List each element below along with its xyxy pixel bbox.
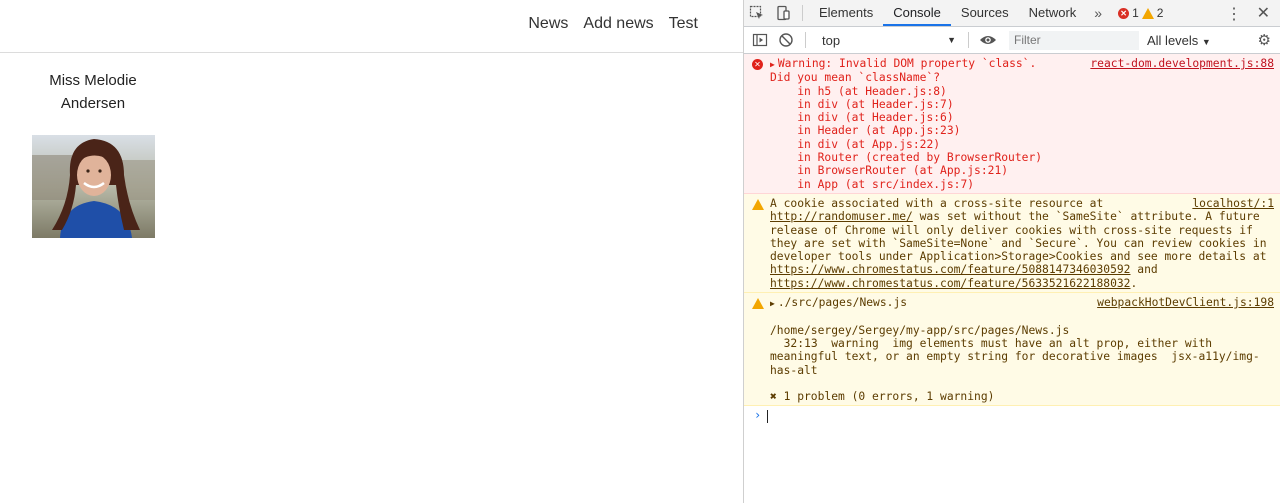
error-line-3: in h5 (at Header.js:8): [770, 84, 947, 98]
app-header: News Add news Test: [0, 0, 743, 53]
issue-counts[interactable]: ✕ 1 2: [1118, 6, 1163, 20]
error-line-5: in div (at Header.js:6): [770, 111, 954, 125]
nav-link-news[interactable]: News: [528, 15, 568, 33]
error-line-2: Did you mean `className`?: [770, 71, 941, 85]
inspect-element-icon[interactable]: [744, 0, 770, 26]
user-photo: [32, 135, 155, 238]
gear-icon[interactable]: ⚙: [1258, 31, 1271, 49]
kebab-menu-icon[interactable]: ⋮: [1226, 4, 1242, 24]
warning-icon: [752, 298, 764, 310]
dropdown-triangle-icon: ▼: [947, 35, 956, 45]
console-message-webpack-warning: webpackHotDevClient.js:198 ▶ ./src/pages/…: [744, 293, 1280, 407]
error-line-7: in div (at App.js:22): [770, 137, 941, 151]
prompt-chevron-icon: ›: [754, 408, 762, 423]
user-photo-image: [32, 135, 155, 238]
tab-elements[interactable]: Elements: [809, 0, 883, 26]
main-nav: News Add news Test: [528, 15, 698, 33]
error-line-4: in div (at Header.js:7): [770, 97, 954, 111]
console-prompt[interactable]: ›: [744, 406, 1280, 424]
log-levels-select[interactable]: All levels ▼: [1147, 33, 1211, 48]
dropdown-triangle-icon: ▼: [1201, 36, 1211, 47]
error-source-link[interactable]: react-dom.development.js:88: [1090, 57, 1274, 70]
nav-link-add-news[interactable]: Add news: [583, 15, 653, 33]
tab-separator: [802, 5, 803, 21]
tab-network[interactable]: Network: [1019, 0, 1087, 26]
close-icon[interactable]: ✕: [1257, 3, 1270, 23]
user-card: Miss Melodie Andersen: [18, 69, 168, 238]
clear-console-icon[interactable]: [773, 27, 799, 53]
user-name-line-1: Miss Melodie: [49, 72, 137, 89]
app-viewport: News Add news Test Miss Melodie Andersen: [0, 0, 743, 503]
cookie-source-link[interactable]: localhost/:1: [1192, 197, 1274, 210]
sidebar-toggle-icon[interactable]: [747, 27, 773, 53]
webpack-source-link[interactable]: webpackHotDevClient.js:198: [1097, 296, 1274, 309]
toolbar-separator: [968, 32, 969, 48]
cookie-link-chromestatus-1[interactable]: https://www.chromestatus.com/feature/508…: [770, 263, 1130, 276]
tab-sources[interactable]: Sources: [951, 0, 1019, 26]
error-line-10: in App (at src/index.js:7): [770, 177, 975, 191]
warning-count: 2: [1156, 6, 1164, 20]
warning-count-icon: [1141, 7, 1154, 19]
nav-link-test[interactable]: Test: [669, 15, 698, 33]
more-tabs-icon[interactable]: »: [1086, 5, 1110, 21]
devtools-tabbar: Elements Console Sources Network » ✕ 1 2…: [744, 0, 1280, 27]
error-line-9: in BrowserRouter (at App.js:21): [770, 164, 1009, 178]
error-line-8: in Router (created by BrowserRouter): [770, 151, 1043, 165]
warning-icon: [752, 198, 764, 210]
filter-input[interactable]: [1009, 30, 1139, 50]
user-name-line-2: Andersen: [60, 95, 126, 112]
text-caret: [767, 409, 769, 423]
console-output: ✕ react-dom.development.js:88 ▶ Warning: …: [744, 54, 1280, 425]
webpack-title-text: ./src/pages/News.js: [777, 296, 908, 310]
cookie-text-d: .: [1130, 276, 1138, 290]
webpack-path: /home/sergey/Sergey/my-app/src/pages/New…: [770, 323, 1070, 337]
devtools-panel: Elements Console Sources Network » ✕ 1 2…: [743, 0, 1280, 503]
cookie-link-randomuser[interactable]: http://randomuser.me/: [770, 210, 913, 223]
error-count: 1: [1132, 6, 1139, 20]
context-select[interactable]: top ▼: [816, 30, 962, 50]
log-levels-value: All levels: [1147, 32, 1199, 48]
error-line-6: in Header (at App.js:23): [770, 124, 961, 138]
cookie-text-a: A cookie associated with a cross-site re…: [770, 196, 1111, 210]
webpack-summary: ✖ 1 problem (0 errors, 1 warning): [770, 390, 995, 404]
cookie-link-chromestatus-2[interactable]: https://www.chromestatus.com/feature/563…: [770, 277, 1130, 290]
console-message-cookie-warning: localhost/:1 A cookie associated with a …: [744, 193, 1280, 294]
webpack-blank-2: [770, 377, 1274, 390]
webpack-blank-1: [770, 310, 1274, 323]
tab-console[interactable]: Console: [883, 0, 951, 26]
context-select-value: top: [822, 32, 841, 48]
error-icon: ✕: [752, 59, 763, 70]
device-toolbar-icon[interactable]: [770, 0, 796, 26]
cookie-warning-text: A cookie associated with a cross-site re…: [770, 197, 1274, 290]
expand-triangle-icon[interactable]: ▶: [770, 299, 775, 308]
console-toolbar: top ▼ All levels ▼ ⚙: [744, 27, 1280, 54]
error-count-icon: ✕: [1118, 7, 1130, 19]
webpack-detail: 32:13 warning img elements must have an …: [770, 336, 1260, 377]
expand-triangle-icon[interactable]: ▶: [770, 60, 775, 69]
error-line-1-text: Warning: Invalid DOM property `class`.: [777, 57, 1037, 70]
live-expression-eye-icon[interactable]: [975, 27, 1001, 53]
cookie-text-c: and: [1130, 263, 1165, 277]
console-message-error: ✕ react-dom.development.js:88 ▶ Warning: …: [744, 54, 1280, 194]
toolbar-separator: [805, 32, 806, 48]
